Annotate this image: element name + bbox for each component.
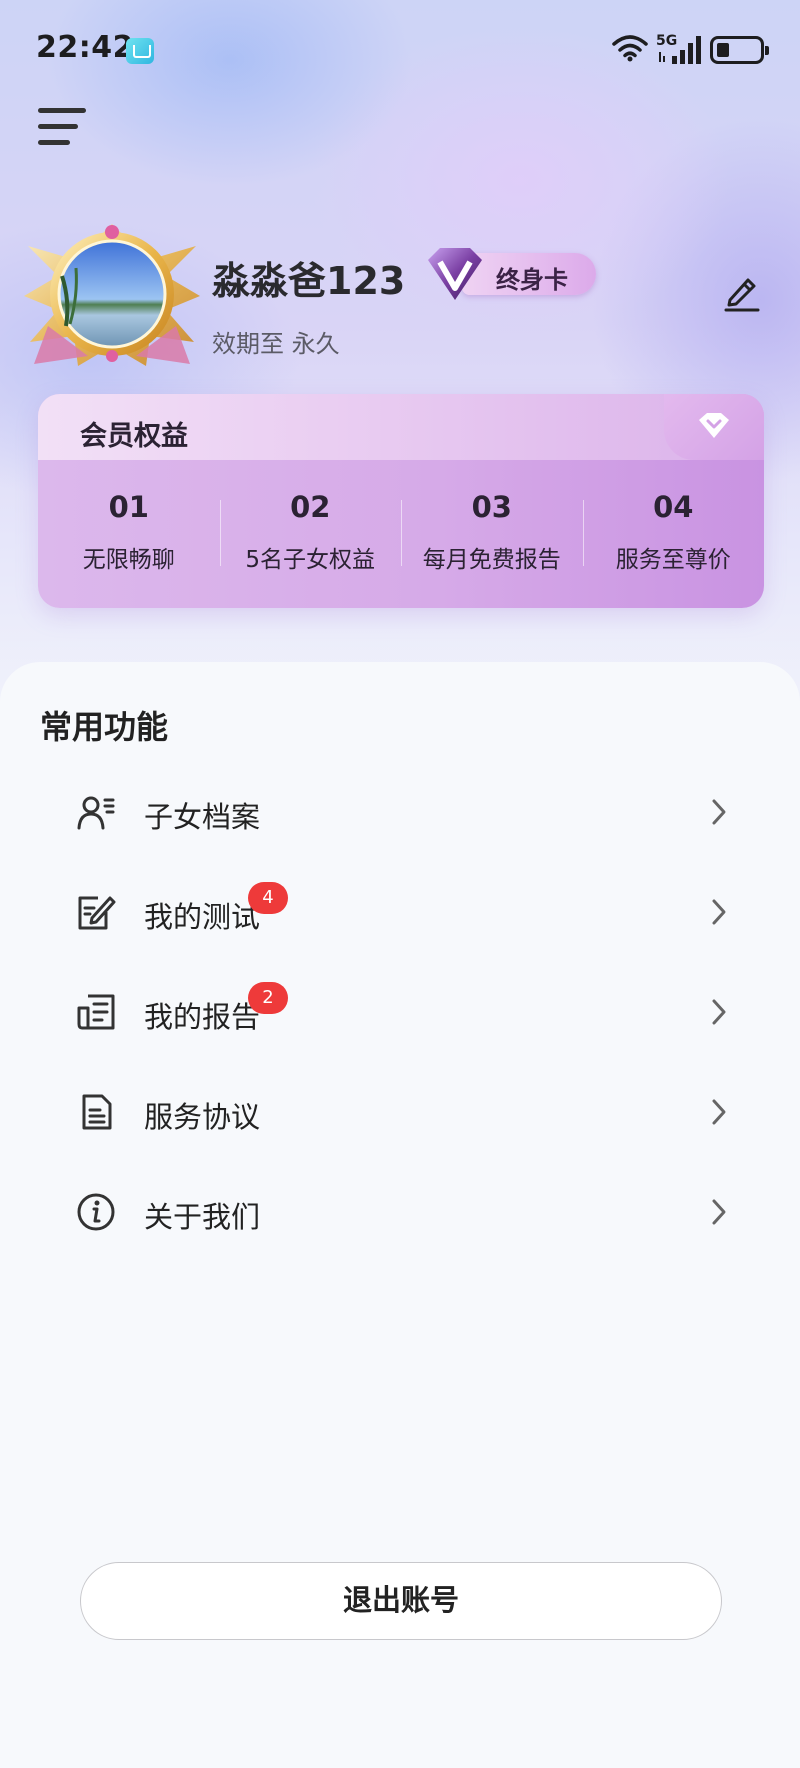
notification-badge: 2 [248, 982, 288, 1014]
info-icon [77, 1193, 115, 1231]
status-bar: 22:42 5G [0, 0, 800, 100]
membership-title: 会员权益 [80, 421, 188, 452]
menu-item-my-reports[interactable]: 我的报告 2 [0, 962, 800, 1062]
benefit-item: 04 服务至尊价 [582, 460, 765, 608]
functions-list: 子女档案 我的测试 4 我的报告 2 服务协议 关于我们 [0, 762, 800, 1262]
menu-item-service-agreement[interactable]: 服务协议 [0, 1062, 800, 1162]
benefit-label: 无限畅聊 [82, 547, 175, 573]
functions-title: 常用功能 [40, 708, 169, 746]
benefit-number: 02 [290, 490, 331, 524]
menu-item-about-us[interactable]: 关于我们 [0, 1162, 800, 1262]
menu-icon[interactable] [38, 106, 86, 146]
benefit-item: 01 无限畅聊 [38, 460, 220, 608]
edit-profile-icon[interactable] [722, 272, 762, 312]
username: 淼淼爸123 [212, 259, 406, 303]
menu-item-label: 我的测试 [144, 900, 261, 934]
chevron-right-icon [712, 999, 726, 1025]
benefit-number: 04 [653, 490, 694, 524]
test-edit-icon [78, 896, 116, 930]
svg-text:5G: 5G [656, 33, 677, 49]
vip-label: 终身卡 [496, 266, 568, 294]
avatar[interactable] [18, 206, 206, 376]
vip-badge: 终身卡 [422, 246, 600, 300]
vip-diamond-icon [428, 248, 482, 300]
status-time: 22:42 [36, 30, 134, 65]
chevron-right-icon [712, 1099, 726, 1125]
cellular-signal-icon: 5G [656, 33, 701, 64]
notification-app-icon [126, 38, 154, 64]
chevron-right-icon [712, 1199, 726, 1225]
benefit-number: 03 [471, 490, 512, 524]
benefit-label: 每月免费报告 [422, 547, 561, 573]
chevron-right-icon [712, 899, 726, 925]
menu-item-label: 服务协议 [144, 1100, 261, 1134]
validity-text: 效期至 永久 [212, 330, 340, 358]
wifi-icon [612, 35, 648, 62]
benefit-number: 01 [108, 490, 149, 524]
menu-item-label: 子女档案 [144, 800, 261, 834]
menu-item-my-tests[interactable]: 我的测试 4 [0, 862, 800, 962]
benefits-row: 01 无限畅聊 02 5名子女权益 03 每月免费报告 04 服务至尊价 [38, 460, 764, 608]
notification-badge: 4 [248, 882, 288, 914]
heart-diamond-icon [699, 413, 729, 438]
logout-button[interactable]: 退出账号 [80, 1562, 722, 1640]
battery-icon [710, 36, 769, 64]
benefit-label: 5名子女权益 [245, 547, 376, 573]
report-icon [77, 994, 115, 1030]
menu-item-label: 我的报告 [144, 1000, 261, 1034]
chevron-right-icon [712, 799, 726, 825]
benefit-label: 服务至尊价 [615, 547, 731, 573]
child-profile-icon [77, 796, 115, 830]
membership-card[interactable]: 会员权益 01 无限畅聊 02 5名子女权益 03 每月免费报告 04 服务至尊… [38, 394, 764, 608]
menu-item-label: 关于我们 [144, 1200, 261, 1234]
benefit-item: 03 每月免费报告 [401, 460, 583, 608]
document-icon [82, 1094, 112, 1130]
benefit-item: 02 5名子女权益 [219, 460, 402, 608]
menu-item-child-profile[interactable]: 子女档案 [0, 762, 800, 862]
